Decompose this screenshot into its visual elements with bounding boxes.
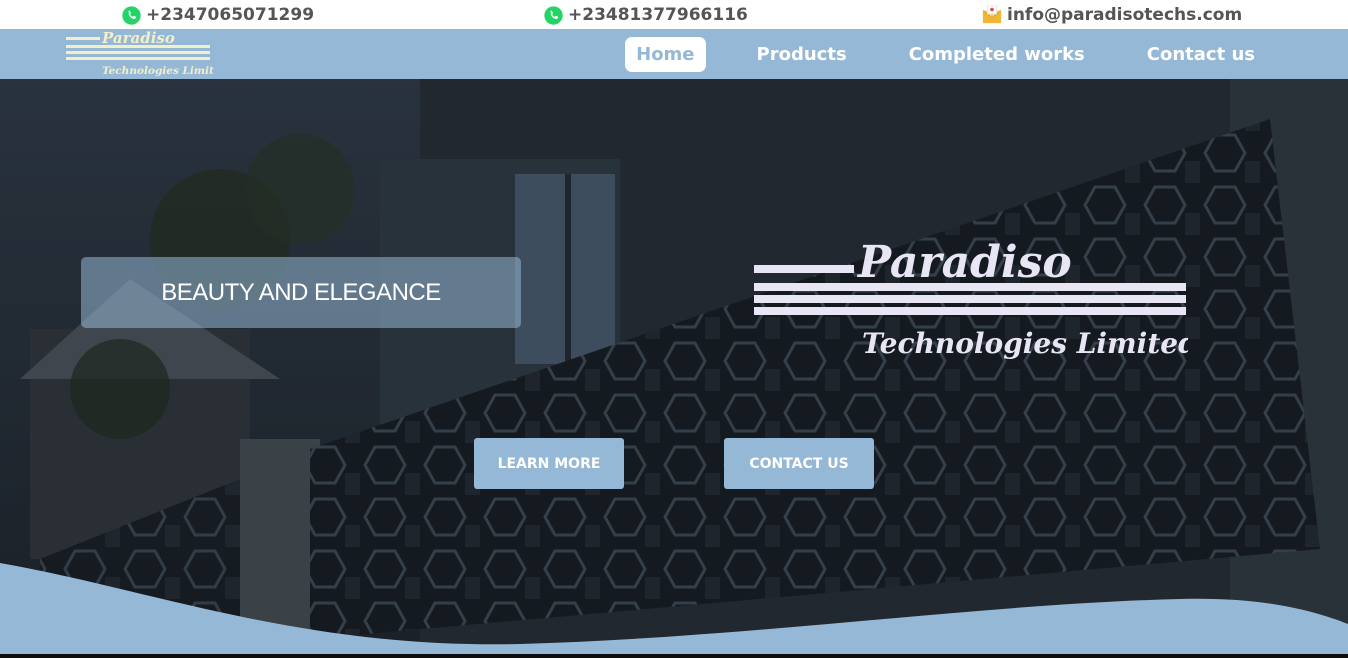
phone-number-2: +23481377966116 bbox=[568, 5, 748, 25]
phone-contact-1[interactable]: +2347065071299 bbox=[121, 4, 314, 26]
hero-wave-divider bbox=[0, 563, 1348, 658]
tagline-box: BEAUTY AND ELEGANCE bbox=[81, 257, 521, 328]
phone-contact-2[interactable]: +23481377966116 bbox=[543, 4, 748, 26]
brand-logo[interactable]: Paradiso Technologies Limited bbox=[64, 29, 214, 79]
hero-tagline: BEAUTY AND ELEGANCE bbox=[161, 278, 441, 306]
hero-logo-subtitle: Technologies Limited bbox=[862, 327, 1188, 360]
nav-completed-works[interactable]: Completed works bbox=[898, 37, 1096, 72]
whatsapp-icon bbox=[544, 5, 563, 25]
nav-menu: Home Products Completed works Contact us bbox=[625, 37, 1266, 72]
contact-bar: +2347065071299 +23481377966116 info@para… bbox=[0, 0, 1348, 29]
email-contact[interactable]: info@paradisotechs.com bbox=[981, 4, 1242, 26]
hero-brand-logo: Paradiso Technologies Limited bbox=[754, 237, 1188, 360]
navigation-bar: Paradiso Technologies Limited Home Produ… bbox=[0, 29, 1348, 79]
logo-name: Paradiso bbox=[101, 29, 175, 47]
contact-us-button[interactable]: CONTACT US bbox=[724, 438, 874, 489]
nav-contact-us[interactable]: Contact us bbox=[1136, 37, 1266, 72]
hero-logo-name: Paradiso bbox=[856, 237, 1072, 288]
email-address: info@paradisotechs.com bbox=[1007, 5, 1243, 25]
mail-icon bbox=[982, 5, 1002, 24]
whatsapp-icon bbox=[122, 5, 141, 25]
logo-subtitle: Technologies Limited bbox=[102, 65, 214, 77]
nav-products[interactable]: Products bbox=[746, 37, 858, 72]
phone-number-1: +2347065071299 bbox=[146, 5, 315, 25]
nav-home[interactable]: Home bbox=[625, 37, 706, 72]
hero-section: BEAUTY AND ELEGANCE Paradiso Technologie… bbox=[0, 79, 1348, 658]
learn-more-button[interactable]: LEARN MORE bbox=[474, 438, 624, 489]
